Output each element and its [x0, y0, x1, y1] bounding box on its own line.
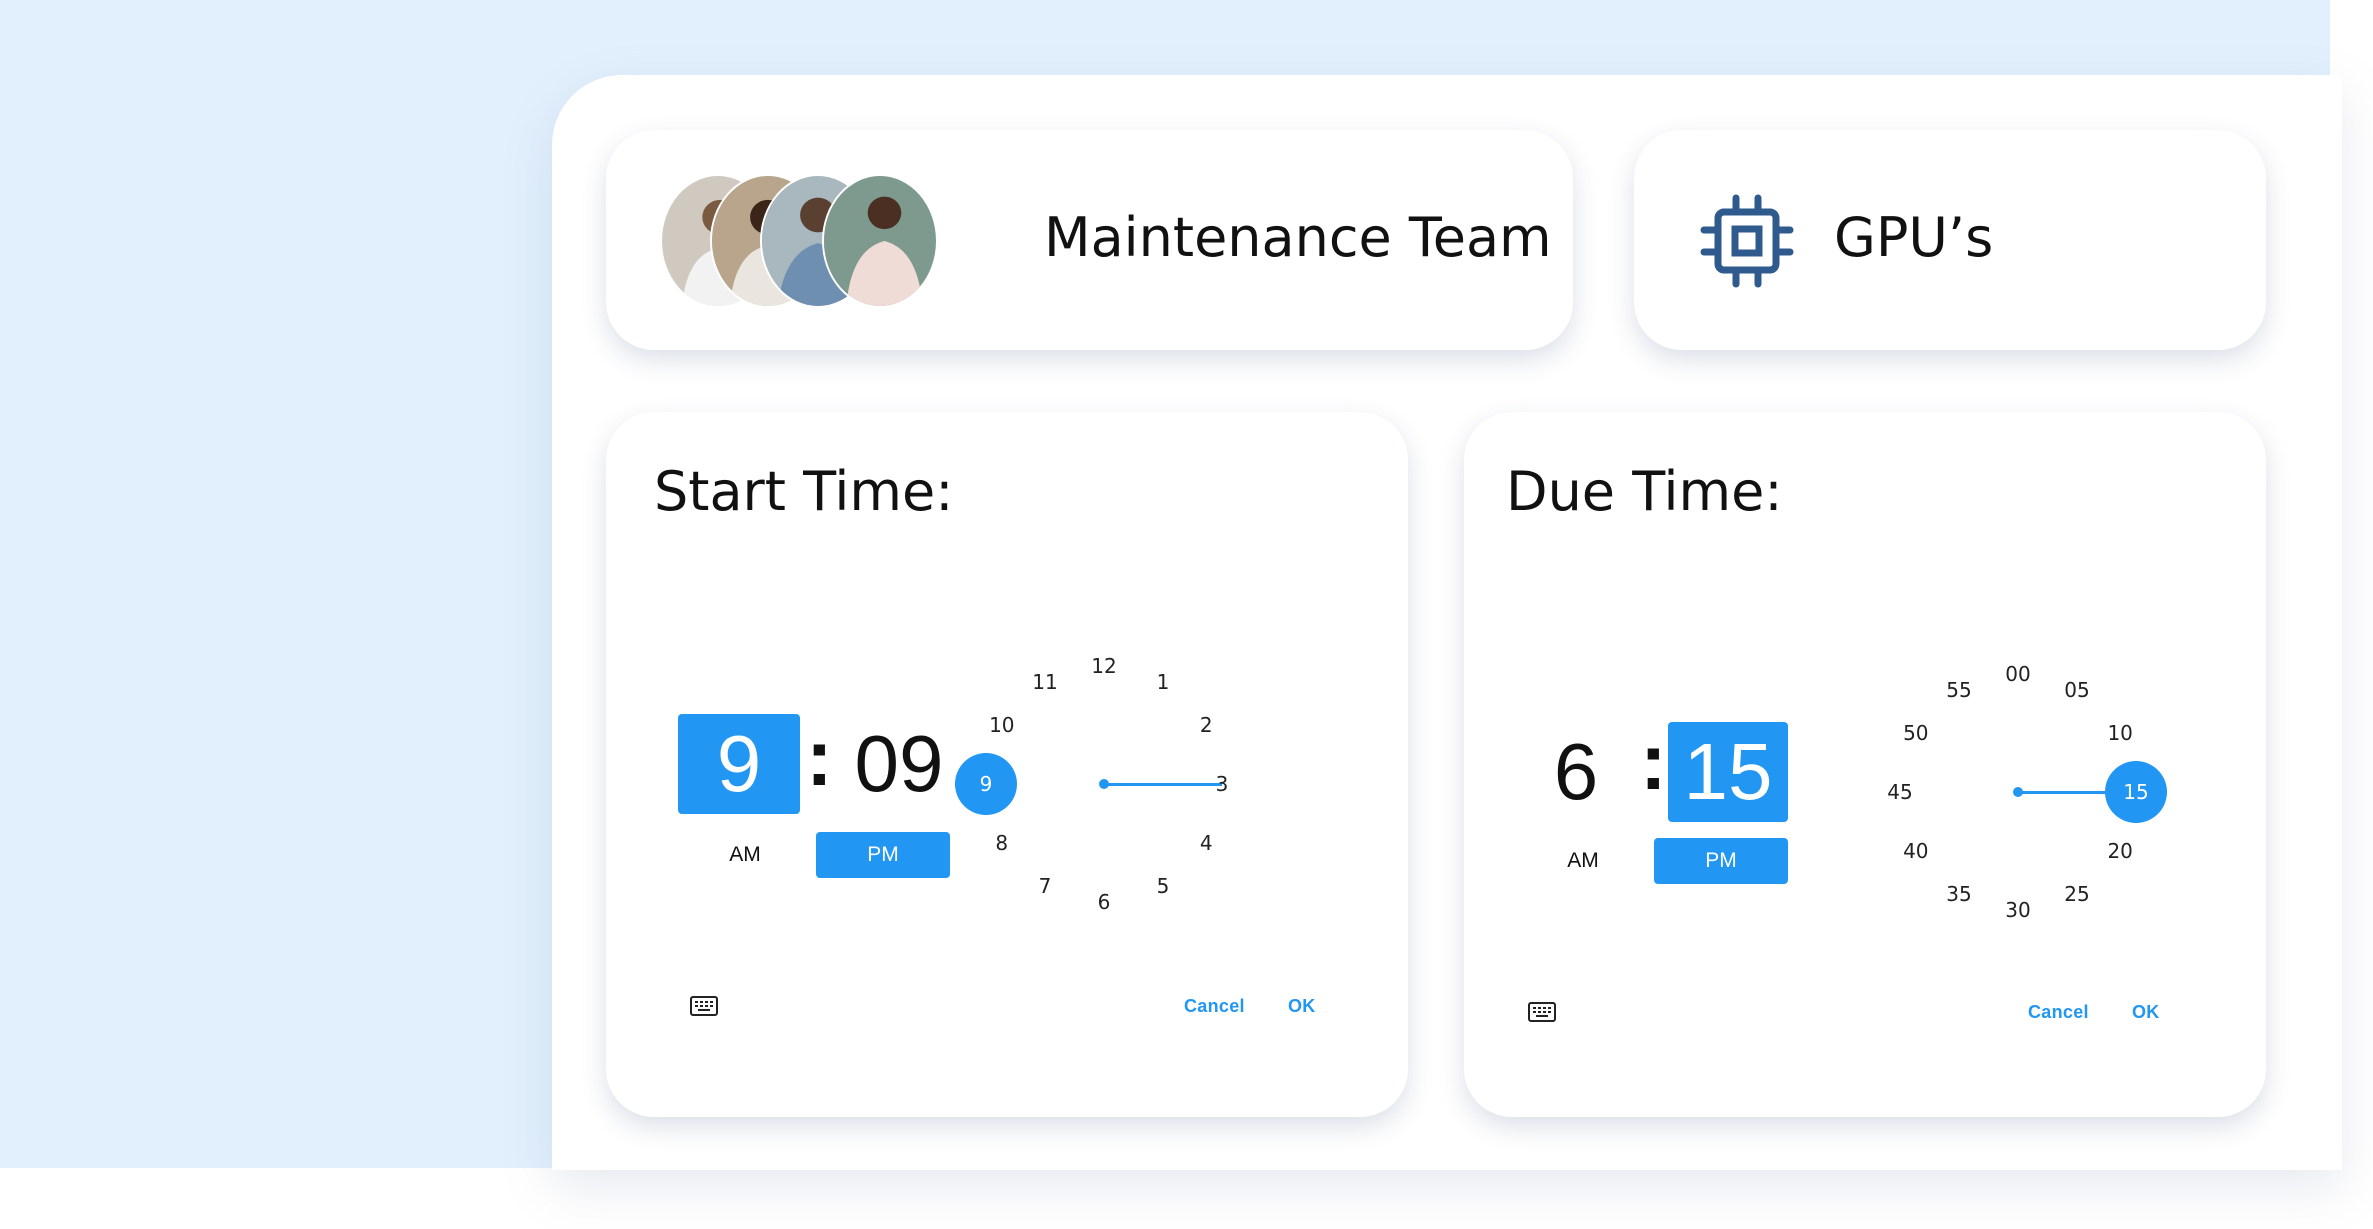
clock-number[interactable]: 8 — [980, 828, 1024, 858]
clock-selected-value[interactable]: 9 — [955, 753, 1017, 815]
start-ok-button[interactable]: OK — [1288, 996, 1316, 1017]
clock-number[interactable]: 6 — [1082, 887, 1126, 917]
start-time-title: Start Time: — [654, 460, 954, 523]
clock-number[interactable]: 40 — [1894, 836, 1938, 866]
keyboard-icon[interactable] — [690, 996, 718, 1016]
clock-center-dot — [2013, 787, 2023, 797]
due-colon: : — [1640, 717, 1667, 806]
clock-number[interactable]: 10 — [2098, 718, 2142, 748]
avatar — [822, 174, 938, 308]
start-am-button[interactable]: AM — [678, 832, 812, 878]
team-title: Maintenance Team — [1044, 206, 1552, 269]
clock-number[interactable]: 3 — [1200, 769, 1244, 799]
clock-selected-value[interactable]: 15 — [2105, 761, 2167, 823]
start-colon: : — [806, 713, 833, 802]
due-time-title: Due Time: — [1506, 460, 1783, 523]
gpu-title: GPU’s — [1834, 206, 1994, 269]
clock-number[interactable]: 12 — [1082, 651, 1126, 681]
clock-number[interactable]: 50 — [1894, 718, 1938, 748]
start-cancel-button[interactable]: Cancel — [1184, 996, 1245, 1017]
due-pm-button[interactable]: PM — [1654, 838, 1788, 884]
clock-number[interactable]: 30 — [1996, 895, 2040, 925]
clock-number[interactable]: 00 — [1996, 659, 2040, 689]
chip-icon — [1700, 194, 1794, 288]
team-card[interactable]: Maintenance Team — [606, 130, 1573, 350]
start-minute-field[interactable]: 09 — [832, 714, 966, 814]
clock-number[interactable]: 2 — [1184, 710, 1228, 740]
due-ok-button[interactable]: OK — [2132, 1002, 2160, 1023]
due-cancel-button[interactable]: Cancel — [2028, 1002, 2089, 1023]
clock-number[interactable]: 55 — [1937, 675, 1981, 705]
start-hour-field[interactable]: 9 — [678, 714, 800, 814]
clock-number[interactable]: 05 — [2055, 675, 2099, 705]
clock-number[interactable]: 45 — [1878, 777, 1922, 807]
start-clock-dial[interactable]: 12 1 2 3 4 5 6 7 8 9 10 11 — [955, 654, 1228, 914]
keyboard-icon[interactable] — [1528, 1002, 1556, 1022]
clock-number[interactable]: 1 — [1141, 667, 1185, 697]
start-pm-button[interactable]: PM — [816, 832, 950, 878]
clock-number[interactable]: 35 — [1937, 879, 1981, 909]
clock-number[interactable]: 4 — [1184, 828, 1228, 858]
stage: Maintenance Team GPU’s Start Time: 9 : 0… — [0, 0, 2373, 1229]
gpu-card[interactable]: GPU’s — [1634, 130, 2266, 350]
due-am-button[interactable]: AM — [1516, 838, 1650, 884]
due-hour-field[interactable]: 6 — [1524, 722, 1628, 822]
clock-number[interactable]: 10 — [980, 710, 1024, 740]
clock-number[interactable]: 5 — [1141, 871, 1185, 901]
due-clock-dial[interactable]: 00 05 10 15 20 25 30 35 40 45 50 55 — [1887, 662, 2167, 922]
clock-number[interactable]: 25 — [2055, 879, 2099, 909]
due-minute-field[interactable]: 15 — [1668, 722, 1788, 822]
clock-number[interactable]: 11 — [1023, 667, 1067, 697]
due-time-card: Due Time: 6 : 15 AM PM 00 05 10 15 20 25 30 35 4… — [1464, 412, 2266, 1117]
clock-number[interactable]: 20 — [2098, 836, 2142, 866]
clock-number[interactable]: 7 — [1023, 871, 1067, 901]
start-time-card: Start Time: 9 : 09 AM PM 12 1 2 3 4 5 6 7 8 9 10 11… — [606, 412, 1408, 1117]
clock-center-dot — [1099, 779, 1109, 789]
